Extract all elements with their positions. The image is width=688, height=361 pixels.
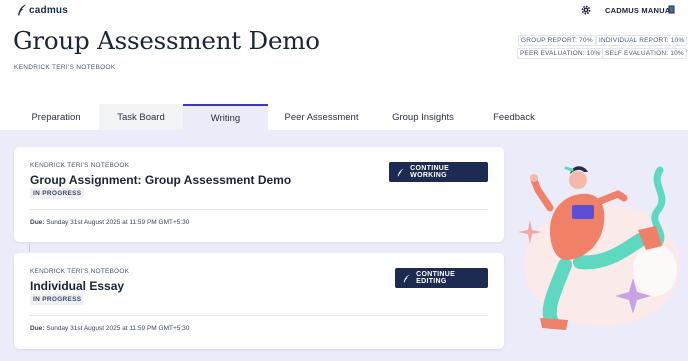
card-divider bbox=[30, 315, 488, 316]
due-label: Due: bbox=[30, 325, 45, 332]
gear-icon[interactable] bbox=[581, 5, 591, 15]
tab-preparation[interactable]: Preparation bbox=[15, 104, 97, 130]
top-bar: cadmus CADMUS MANUAL bbox=[0, 0, 688, 20]
notebook-owner: KENDRICK TERI'S NOTEBOOK bbox=[14, 64, 116, 71]
continue-working-button[interactable]: CONTINUE WORKING bbox=[389, 162, 488, 182]
feather-pen-icon bbox=[397, 168, 404, 176]
status-badge: IN PROGRESS bbox=[30, 294, 85, 305]
tab-feedback[interactable]: Feedback bbox=[474, 104, 554, 130]
person-running-illustration bbox=[518, 166, 680, 330]
page-title: Group Assessment Demo bbox=[13, 26, 320, 55]
card-title[interactable]: Individual Essay bbox=[30, 279, 124, 293]
due-label: Due: bbox=[30, 219, 45, 226]
status-badge: IN PROGRESS bbox=[30, 188, 85, 199]
card-divider bbox=[30, 209, 488, 210]
peer-evaluation-weight: PEER EVALUATION: 10% bbox=[517, 48, 604, 59]
card-notebook-label: KENDRICK TERI'S NOTEBOOK bbox=[30, 162, 130, 169]
assignment-card-group: KENDRICK TERI'S NOTEBOOK Group Assignmen… bbox=[14, 147, 504, 242]
individual-report-weight: INDIVIDUAL REPORT: 10% bbox=[596, 35, 688, 46]
due-value: Sunday 31st August 2025 at 11:59 PM GMT+… bbox=[44, 219, 190, 226]
brand-name: cadmus bbox=[29, 4, 68, 16]
assignment-card-individual: KENDRICK TERI'S NOTEBOOK Individual Essa… bbox=[14, 253, 504, 349]
tab-peer-assessment[interactable]: Peer Assessment bbox=[270, 104, 373, 130]
button-label: CONTINUE EDITING bbox=[416, 271, 456, 285]
self-evaluation-weight: SELF EVALUATION: 10% bbox=[602, 48, 687, 59]
group-report-weight: GROUP REPORT: 70% bbox=[518, 35, 596, 46]
card-connector bbox=[29, 244, 30, 252]
continue-editing-button[interactable]: CONTINUE EDITING bbox=[395, 268, 488, 288]
tab-group-insights[interactable]: Group Insights bbox=[380, 104, 466, 130]
due-value: Sunday 31st August 2025 at 11:59 PM GMT+… bbox=[44, 325, 190, 332]
book-icon[interactable] bbox=[668, 5, 675, 14]
card-notebook-label: KENDRICK TERI'S NOTEBOOK bbox=[30, 268, 130, 275]
cadmus-logo[interactable]: cadmus bbox=[17, 4, 68, 16]
due-date: Due: Sunday 31st August 2025 at 11:59 PM… bbox=[30, 325, 189, 332]
tab-bar: Preparation Task Board Writing Peer Asse… bbox=[0, 104, 688, 130]
tab-task-board[interactable]: Task Board bbox=[99, 104, 183, 130]
card-title[interactable]: Group Assignment: Group Assessment Demo bbox=[30, 173, 291, 187]
button-label: CONTINUE WORKING bbox=[410, 165, 450, 179]
feather-logo-icon bbox=[18, 4, 26, 16]
cadmus-manual-link[interactable]: CADMUS MANUAL bbox=[605, 6, 675, 15]
due-date: Due: Sunday 31st August 2025 at 11:59 PM… bbox=[30, 219, 189, 226]
tab-writing[interactable]: Writing bbox=[183, 104, 268, 130]
feather-pen-icon bbox=[403, 274, 410, 282]
